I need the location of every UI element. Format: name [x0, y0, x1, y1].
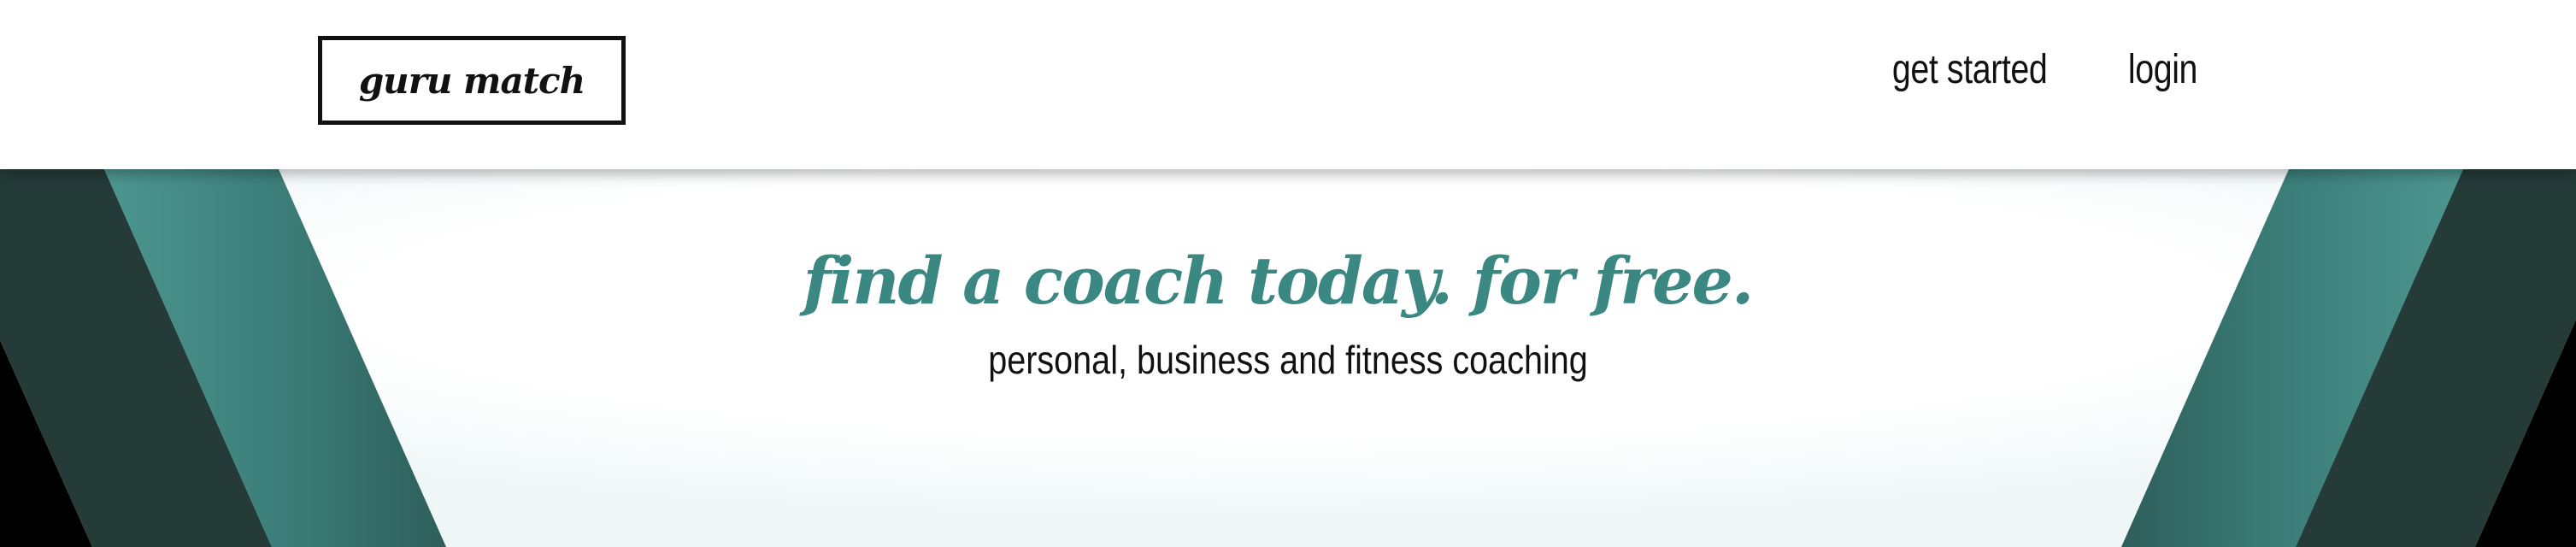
hero-subtitle: personal, business and fitness coaching: [988, 338, 1588, 382]
logo-text: guru match: [358, 59, 585, 102]
login-link[interactable]: login: [2128, 46, 2198, 93]
main-nav: get started login: [1875, 46, 2205, 93]
get-started-link[interactable]: get started: [1892, 46, 2048, 93]
page: guru match get started login find a coac…: [0, 0, 2576, 547]
logo-link[interactable]: guru match: [318, 36, 626, 125]
hero-title: find a coach today. for free.: [803, 243, 1755, 319]
site-header: guru match get started login: [0, 0, 2576, 169]
